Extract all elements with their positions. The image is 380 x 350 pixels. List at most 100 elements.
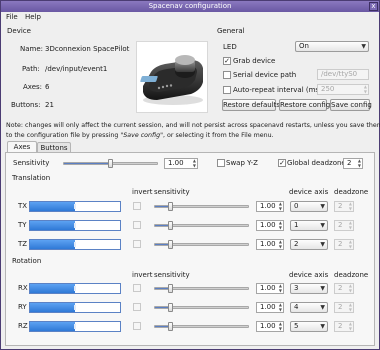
axis-sensitivity-handle[interactable] bbox=[167, 303, 173, 312]
axis-sensitivity-handle[interactable] bbox=[167, 240, 173, 249]
axis-level-bar bbox=[29, 239, 121, 250]
axis-sensitivity-handle[interactable] bbox=[167, 322, 173, 331]
axis-sensitivity-value: 1.00 bbox=[260, 202, 276, 210]
axis-level-marker bbox=[74, 305, 76, 310]
chevron-down-icon: ▼ bbox=[320, 304, 325, 311]
spin-arrows-icon: ▲ ▼ bbox=[278, 302, 282, 312]
axis-sensitivity-slider[interactable] bbox=[154, 303, 249, 312]
axis-sensitivity-slider[interactable] bbox=[154, 202, 249, 211]
device-axis-select[interactable]: 4 ▼ bbox=[290, 302, 328, 313]
auto-repeat-spinbox[interactable]: 250 ▲ ▼ bbox=[317, 84, 369, 95]
global-sensitivity-fill bbox=[64, 163, 111, 164]
spin-arrows-icon: ▲ ▼ bbox=[363, 84, 367, 94]
serial-path-input[interactable]: /dev/ttyS0 bbox=[317, 69, 369, 80]
global-sensitivity-handle[interactable] bbox=[107, 159, 113, 168]
axis-sensitivity-slider[interactable] bbox=[154, 284, 249, 293]
device-axis-value: 1 bbox=[294, 221, 299, 229]
title-bar[interactable]: Spacenav configuration x bbox=[1, 1, 379, 12]
spin-arrows-icon: ▲ ▼ bbox=[357, 158, 361, 168]
led-select-value: On bbox=[299, 42, 309, 50]
axis-sensitivity-spinbox[interactable]: 1.00 ▲ ▼ bbox=[256, 321, 284, 332]
axis-deadzone-spinbox[interactable]: 2 ▲ ▼ bbox=[334, 302, 354, 313]
device-axis-value: 5 bbox=[294, 322, 299, 330]
save-config-button[interactable]: Save config bbox=[330, 99, 372, 111]
axis-level-bar bbox=[29, 283, 121, 294]
swap-yz-label: Swap Y-Z bbox=[226, 159, 258, 167]
axis-invert-checkbox[interactable] bbox=[133, 202, 141, 210]
device-axis-value: 0 bbox=[294, 202, 299, 210]
device-name-value: 3Dconnexion SpacePilot bbox=[45, 45, 130, 53]
axis-deadzone-spinbox[interactable]: 2 ▲ ▼ bbox=[334, 283, 354, 294]
global-deadzone-spinbox[interactable]: 2 ▲ ▼ bbox=[343, 158, 363, 169]
led-label: LED bbox=[223, 43, 237, 51]
axis-invert-checkbox[interactable] bbox=[133, 284, 141, 292]
device-axis-select[interactable]: 3 ▼ bbox=[290, 283, 328, 294]
axis-invert-checkbox[interactable] bbox=[133, 221, 141, 229]
global-deadzone-checkbox[interactable]: ✓ bbox=[278, 159, 286, 167]
note-line-1: Note: changes will only affect the curre… bbox=[6, 122, 380, 129]
serial-path-checkbox[interactable] bbox=[223, 71, 231, 79]
grab-device-label: Grab device bbox=[233, 57, 276, 65]
swap-yz-checkbox[interactable] bbox=[217, 159, 225, 167]
axis-sensitivity-spinbox[interactable]: 1.00 ▲ ▼ bbox=[256, 201, 284, 212]
axis-deadzone-value: 2 bbox=[338, 202, 343, 210]
axis-deadzone-spinbox[interactable]: 2 ▲ ▼ bbox=[334, 220, 354, 231]
auto-repeat-checkbox[interactable] bbox=[223, 86, 231, 94]
axis-label: TX bbox=[18, 202, 28, 210]
axis-invert-checkbox[interactable] bbox=[133, 303, 141, 311]
translation-section-title: Translation bbox=[12, 174, 51, 182]
auto-repeat-label: Auto-repeat interval (ms) bbox=[233, 86, 322, 94]
axis-deadzone-spinbox[interactable]: 2 ▲ ▼ bbox=[334, 239, 354, 250]
axis-sensitivity-slider[interactable] bbox=[154, 322, 249, 331]
axis-sensitivity-spinbox[interactable]: 1.00 ▲ ▼ bbox=[256, 302, 284, 313]
global-sensitivity-slider[interactable] bbox=[63, 159, 158, 168]
spin-arrows-icon: ▲ ▼ bbox=[348, 302, 352, 312]
note-line-2-end: ", or selecting it from the File menu. bbox=[160, 132, 274, 139]
close-window-button[interactable]: x bbox=[369, 2, 378, 11]
axis-level-marker bbox=[74, 242, 76, 247]
led-select[interactable]: On ▼ bbox=[295, 41, 369, 52]
restore-config-button[interactable]: Restore config bbox=[279, 99, 330, 111]
axis-deadzone-spinbox[interactable]: 2 ▲ ▼ bbox=[334, 321, 354, 332]
rotation-section-title: Rotation bbox=[12, 257, 42, 265]
note-save-config-em: Save config bbox=[123, 132, 161, 139]
menu-file[interactable]: File bbox=[6, 12, 18, 22]
axis-sensitivity-slider[interactable] bbox=[154, 221, 249, 230]
axis-sensitivity-value: 1.00 bbox=[260, 303, 276, 311]
axis-level-bar bbox=[29, 321, 121, 332]
axis-sensitivity-slider[interactable] bbox=[154, 240, 249, 249]
chevron-down-icon: ▼ bbox=[320, 222, 325, 229]
restore-defaults-button[interactable]: Restore defaults bbox=[222, 99, 280, 111]
axis-sensitivity-spinbox[interactable]: 1.00 ▲ ▼ bbox=[256, 239, 284, 250]
rotation-col-sensitivity: sensitivity bbox=[154, 271, 190, 279]
axis-level-fill bbox=[30, 303, 75, 312]
axis-sensitivity-handle[interactable] bbox=[167, 221, 173, 230]
note-line-2-start: to the configuration file by pressing " bbox=[6, 132, 124, 139]
axis-sensitivity-spinbox[interactable]: 1.00 ▲ ▼ bbox=[256, 283, 284, 294]
spin-arrows-icon: ▲ ▼ bbox=[278, 201, 282, 211]
axis-level-fill bbox=[30, 284, 75, 293]
device-axis-select[interactable]: 1 ▼ bbox=[290, 220, 328, 231]
axis-level-fill bbox=[30, 202, 75, 211]
axis-sensitivity-handle[interactable] bbox=[167, 284, 173, 293]
device-path-value: /dev/input/event1 bbox=[45, 65, 108, 73]
device-axis-value: 2 bbox=[294, 240, 299, 248]
axis-invert-checkbox[interactable] bbox=[133, 322, 141, 330]
serial-path-label: Serial device path bbox=[233, 71, 297, 79]
grab-device-checkbox[interactable]: ✓ bbox=[223, 57, 231, 65]
axis-invert-checkbox[interactable] bbox=[133, 240, 141, 248]
menu-help[interactable]: Help bbox=[25, 12, 41, 22]
axis-sensitivity-spinbox[interactable]: 1.00 ▲ ▼ bbox=[256, 220, 284, 231]
device-axis-select[interactable]: 5 ▼ bbox=[290, 321, 328, 332]
spin-arrows-icon: ▲ ▼ bbox=[278, 239, 282, 249]
axis-sensitivity-handle[interactable] bbox=[167, 202, 173, 211]
axis-deadzone-spinbox[interactable]: 2 ▲ ▼ bbox=[334, 201, 354, 212]
axis-level-bar bbox=[29, 201, 121, 212]
spin-arrows-icon: ▲ ▼ bbox=[278, 321, 282, 331]
global-sensitivity-spinbox[interactable]: 1.00 ▲ ▼ bbox=[164, 158, 198, 169]
axis-deadzone-value: 2 bbox=[338, 284, 343, 292]
window-title: Spacenav configuration bbox=[148, 2, 232, 10]
device-axis-select[interactable]: 0 ▼ bbox=[290, 201, 328, 212]
device-axis-select[interactable]: 2 ▼ bbox=[290, 239, 328, 250]
axis-level-bar bbox=[29, 220, 121, 231]
